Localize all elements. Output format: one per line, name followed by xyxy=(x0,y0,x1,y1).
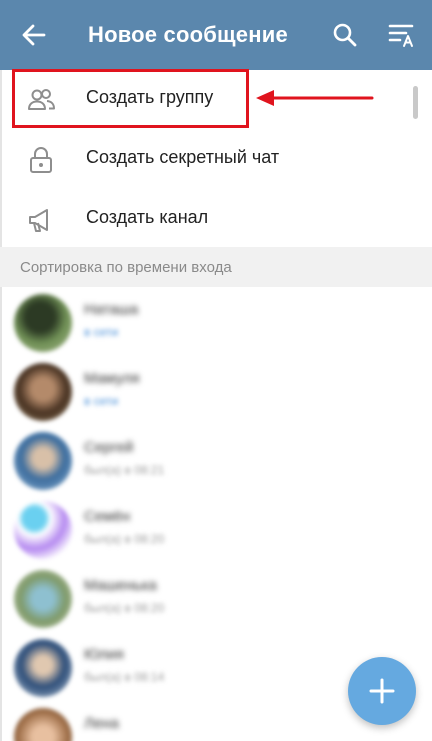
contact-status: в сети xyxy=(84,325,119,339)
contact-status: был(а) в 08:20 xyxy=(84,532,165,546)
contact-row[interactable]: Сергей был(а) в 08:21 xyxy=(0,425,432,494)
highlight-box xyxy=(12,69,249,128)
create-channel-item[interactable]: Создать канал xyxy=(0,189,410,249)
contact-name: Сергей xyxy=(84,439,134,456)
section-header: Сортировка по времени входа xyxy=(0,247,432,287)
contact-name: Машенька xyxy=(84,577,157,594)
contact-row[interactable]: Семён был(а) в 08:20 xyxy=(0,494,432,563)
avatar xyxy=(14,432,72,490)
arrow-left-annotation-icon xyxy=(256,90,374,106)
search-icon[interactable] xyxy=(331,21,359,49)
contact-name: Наташа xyxy=(84,301,139,318)
contact-name: Лена xyxy=(84,715,119,732)
arrow-left-icon[interactable] xyxy=(20,21,48,49)
contact-row[interactable]: Наташа в сети xyxy=(0,287,432,356)
contact-name: Семён xyxy=(84,508,131,525)
avatar xyxy=(14,708,72,741)
plus-icon xyxy=(369,678,395,704)
create-channel-label: Создать канал xyxy=(86,207,209,227)
new-contact-fab-button[interactable] xyxy=(348,657,416,725)
create-secret-chat-item[interactable]: Создать секретный чат xyxy=(0,129,410,189)
avatar xyxy=(14,501,72,559)
sort-alpha-icon[interactable] xyxy=(388,22,418,48)
contact-name: Юлия xyxy=(84,646,124,663)
lock-icon xyxy=(30,147,52,173)
page-title: Новое сообщение xyxy=(88,22,288,47)
avatar xyxy=(14,639,72,697)
contact-row[interactable]: Машенька был(а) в 08:20 xyxy=(0,563,432,632)
section-title: Сортировка по времени входа xyxy=(20,259,232,276)
contact-status: был(а) в 08:21 xyxy=(84,463,165,477)
create-secret-chat-label: Создать секретный чат xyxy=(86,147,280,167)
contact-status: был(а) в 08:20 xyxy=(84,601,165,615)
app-bar: Новое сообщение xyxy=(0,0,432,70)
megaphone-icon xyxy=(29,209,48,232)
avatar xyxy=(14,294,72,352)
contact-status: в сети xyxy=(84,394,119,408)
scrollbar[interactable] xyxy=(413,86,418,119)
contact-status: был(а) в 08:14 xyxy=(84,670,165,684)
contact-row[interactable]: Мамуля в сети xyxy=(0,356,432,425)
avatar xyxy=(14,363,72,421)
avatar xyxy=(14,570,72,628)
contact-name: Мамуля xyxy=(84,370,140,387)
